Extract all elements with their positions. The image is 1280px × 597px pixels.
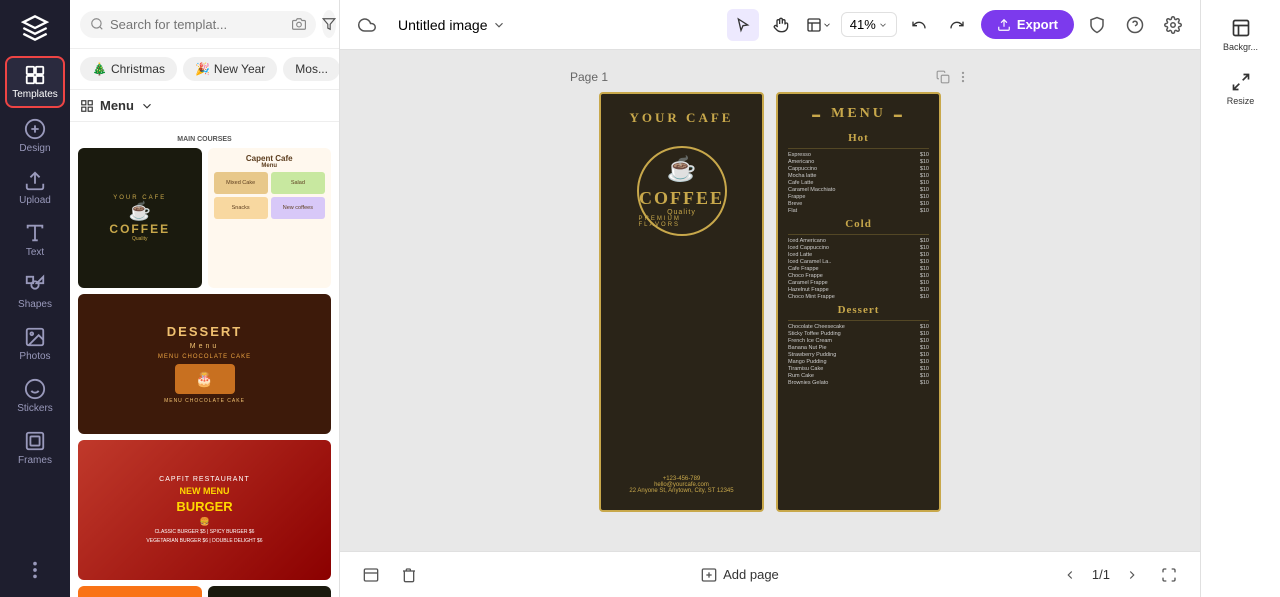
- category-tab-most[interactable]: Mos...: [283, 57, 339, 81]
- hot-items: Espresso$10 Americano$10 Cappuccino$10 M…: [788, 151, 929, 214]
- coffee-tagline: PREMIUM FLAVORS: [639, 216, 725, 228]
- category-tabs: 🎄 Christmas 🎉 New Year Mos...: [70, 49, 339, 90]
- bottom-center: Add page: [693, 563, 787, 587]
- chevron-down-icon: [492, 18, 506, 32]
- dessert-section-title: Dessert: [788, 304, 929, 316]
- dessert-items: Chocolate Cheesecake$10 Sticky Toffee Pu…: [788, 323, 929, 386]
- search-bar: [80, 11, 316, 38]
- more-options-icon[interactable]: [956, 70, 970, 84]
- hand-tool-button[interactable]: [765, 9, 797, 41]
- page-indicator: 1/1: [1092, 567, 1110, 582]
- coffee-name: COFFEE: [639, 188, 724, 209]
- top-toolbar: Untitled image 41%: [340, 0, 1200, 50]
- template-card-dessert[interactable]: DESSERT Menu MENU CHOCOLATE CAKE 🎂 MENU …: [78, 294, 331, 434]
- toolbar-center: 41%: [727, 9, 973, 41]
- template-card-dark-menu[interactable]: MENU LIST: [208, 586, 332, 597]
- next-page-button[interactable]: [1118, 561, 1146, 589]
- hot-divider: [788, 148, 929, 149]
- cloud-save-button[interactable]: [352, 10, 382, 40]
- sidebar-item-templates[interactable]: Templates: [5, 56, 65, 108]
- main-area: Untitled image 41%: [340, 0, 1200, 597]
- export-button[interactable]: Export: [981, 10, 1074, 39]
- page-label: Page 1: [570, 70, 608, 84]
- document-title[interactable]: Untitled image: [390, 13, 514, 37]
- grid-icon: [80, 99, 94, 113]
- fullscreen-button[interactable]: [1154, 560, 1184, 590]
- template-card-capent-cafe[interactable]: Capent Cafe Menu Mixed Cake Salad Snacks…: [208, 148, 332, 288]
- bottom-bar: Add page 1/1: [340, 551, 1200, 597]
- chevron-down-icon: [878, 20, 888, 30]
- prev-page-button[interactable]: [1056, 561, 1084, 589]
- cold-items: Iced Americano$10 Iced Cappuccino$10 Ice…: [788, 237, 929, 300]
- chevron-down-icon: [140, 99, 154, 113]
- search-input[interactable]: [110, 17, 286, 32]
- template-card-coffee-dark[interactable]: YOUR CAFE ☕ COFFEE Quality: [78, 148, 202, 288]
- coffee-logo: ☕ COFFEE Quality PREMIUM FLAVORS: [637, 146, 727, 236]
- undo-button[interactable]: [903, 9, 935, 41]
- cafe-title: YOUR CAFE: [630, 110, 734, 126]
- sidebar-item-frames[interactable]: Frames: [5, 424, 65, 472]
- cold-section-title: Cold: [788, 218, 929, 230]
- zoom-control[interactable]: 41%: [841, 12, 897, 37]
- filter-button[interactable]: [322, 10, 336, 38]
- toolbar-right: Export: [981, 10, 1188, 40]
- app-logo[interactable]: [17, 10, 53, 46]
- template-card-burger[interactable]: CAPFIT RESTAURANT NEW MENU BURGER 🍔 CLAS…: [78, 440, 331, 580]
- toolbar-left: Untitled image: [352, 10, 719, 40]
- camera-icon: [292, 17, 306, 31]
- category-tab-newyear[interactable]: 🎉 New Year: [183, 57, 277, 81]
- coffee-circle: ☕ COFFEE Quality PREMIUM FLAVORS: [637, 146, 727, 236]
- bottom-left: [356, 560, 424, 590]
- resize-button[interactable]: Resize: [1207, 64, 1275, 114]
- template-card-pizza[interactable]: PIZZAS 🍕 Margherita Pizza $8 DESSERTS: [78, 586, 202, 597]
- select-tool-button[interactable]: [727, 9, 759, 41]
- sidebar-item-photos[interactable]: Photos: [5, 320, 65, 368]
- delete-page-button[interactable]: [394, 560, 424, 590]
- coffee-quality: Quality: [667, 209, 696, 216]
- section-header-menu[interactable]: Menu: [70, 90, 339, 122]
- templates-panel: 🎄 Christmas 🎉 New Year Mos... Menu MAIN …: [70, 0, 340, 597]
- right-panel: Backgr... Resize: [1200, 0, 1280, 597]
- panel-search-area: [70, 0, 339, 49]
- background-button[interactable]: Backgr...: [1207, 10, 1275, 60]
- sidebar-item-shapes[interactable]: Shapes: [5, 268, 65, 316]
- dessert-divider: [788, 320, 929, 321]
- help-button[interactable]: [1120, 10, 1150, 40]
- sidebar-item-stickers[interactable]: Stickers: [5, 372, 65, 420]
- redo-button[interactable]: [941, 9, 973, 41]
- templates-grid: MAIN COURSES Grilled New York Steak$18.0…: [70, 122, 339, 597]
- page-settings-button[interactable]: [356, 560, 386, 590]
- category-tab-christmas[interactable]: 🎄 Christmas: [80, 57, 177, 81]
- cold-divider: [788, 234, 929, 235]
- menu-footer: +123-456-789 hello@yourcafe.com 22 Anyon…: [629, 476, 733, 494]
- sidebar-item-design[interactable]: Design: [5, 112, 65, 160]
- shield-button[interactable]: [1082, 10, 1112, 40]
- sidebar-item-more[interactable]: [5, 553, 65, 587]
- menu-header: ▬ MENU ▬: [788, 106, 929, 122]
- coffee-cup-icon: ☕: [667, 155, 697, 184]
- layout-tool-button[interactable]: [803, 9, 835, 41]
- copy-page-icon[interactable]: [936, 70, 950, 84]
- template-card-white-menu[interactable]: MAIN COURSES Grilled New York Steak$18.0…: [78, 130, 331, 142]
- canvas-pages: YOUR CAFE ☕ COFFEE Quality PREMIUM FLAVO…: [599, 92, 941, 512]
- menu-page-left[interactable]: YOUR CAFE ☕ COFFEE Quality PREMIUM FLAVO…: [599, 92, 764, 512]
- left-sidebar: Templates Design Upload Text: [0, 0, 70, 597]
- menu-page-right[interactable]: ▬ MENU ▬ Hot Espresso$10 Americano$10 Ca…: [776, 92, 941, 512]
- add-page-button[interactable]: Add page: [693, 563, 787, 587]
- search-icon: [90, 17, 104, 31]
- settings-button[interactable]: [1158, 10, 1188, 40]
- hot-section-title: Hot: [788, 132, 929, 144]
- sidebar-item-text[interactable]: Text: [5, 216, 65, 264]
- canvas-area[interactable]: Page 1 YOUR CAFE ☕ COFFEE Quality PRE: [340, 50, 1200, 551]
- bottom-right: 1/1: [1056, 560, 1184, 590]
- chevron-down-icon: [822, 20, 832, 30]
- sidebar-item-upload[interactable]: Upload: [5, 164, 65, 212]
